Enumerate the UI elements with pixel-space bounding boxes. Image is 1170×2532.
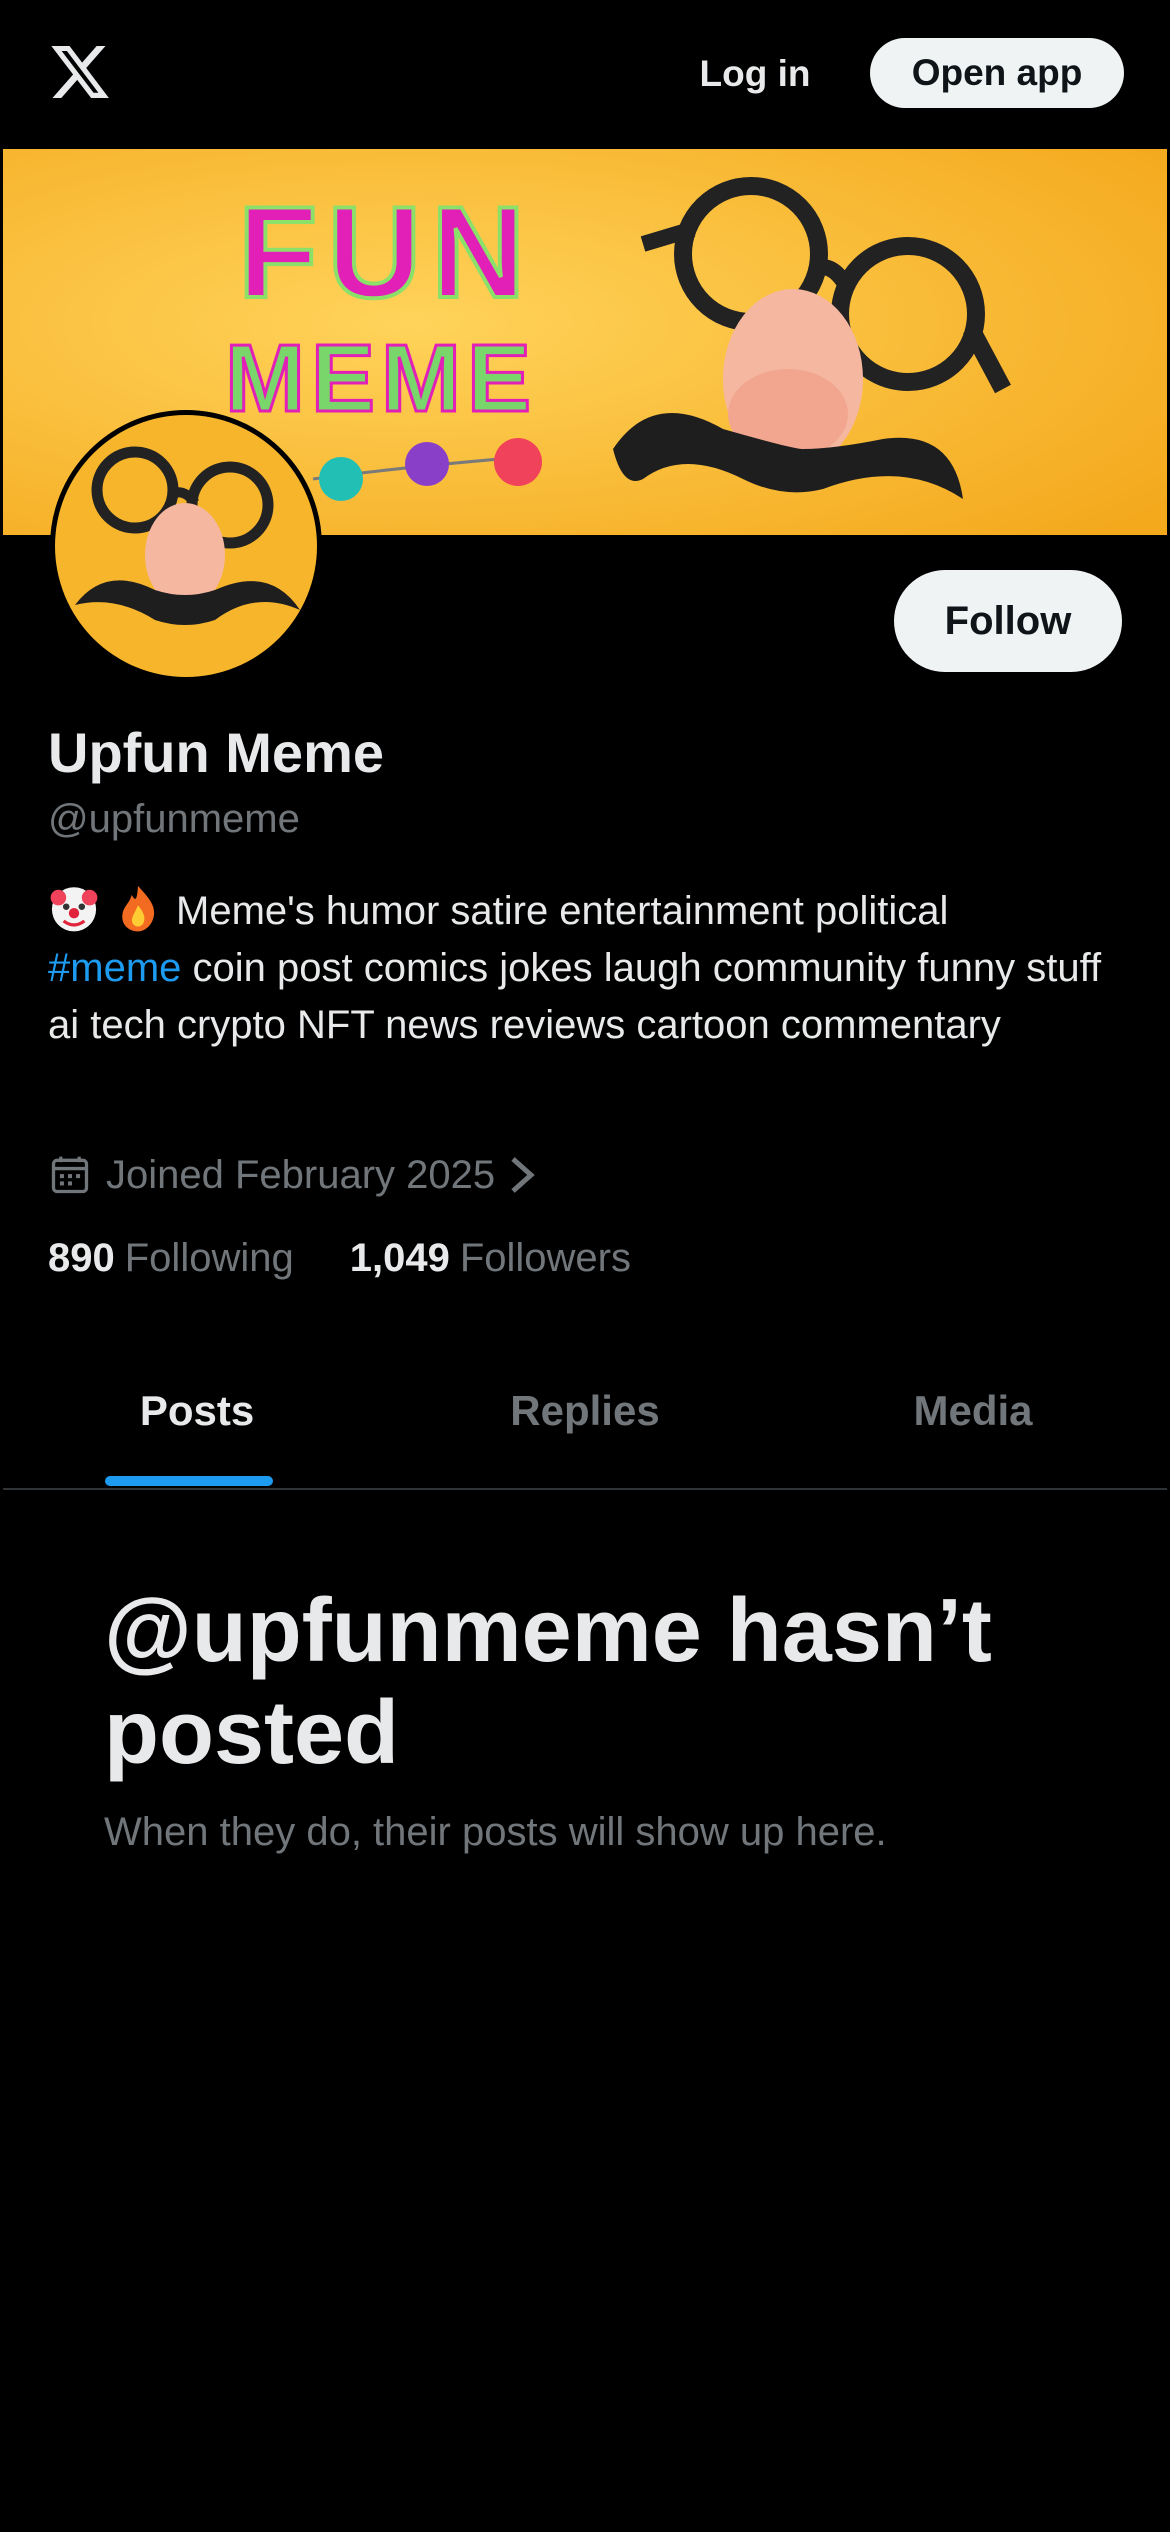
empty-state-title: @upfunmeme hasn’t posted	[104, 1581, 992, 1783]
bio-text-part2: coin post comics jokes laugh community f…	[48, 946, 1102, 1047]
follow-stats: 890 Following 1,049 Followers	[48, 1236, 631, 1281]
login-button[interactable]: Log in	[676, 40, 834, 108]
following-stat[interactable]: 890 Following	[48, 1236, 294, 1281]
bio-text-part1: Meme's humor satire entertainment politi…	[176, 889, 949, 933]
top-bar: Log in Open app	[0, 0, 1170, 148]
following-label: Following	[124, 1236, 294, 1280]
clown-face-emoji-icon	[50, 887, 98, 932]
banner-title-fun: FUN	[238, 179, 535, 325]
open-app-button[interactable]: Open app	[870, 38, 1124, 108]
banner-title-meme: MEME	[225, 325, 537, 432]
profile-tabs: Posts Replies Media	[3, 1336, 1167, 1490]
tab-media[interactable]: Media	[779, 1336, 1167, 1486]
active-tab-indicator	[105, 1476, 273, 1486]
tab-posts[interactable]: Posts	[3, 1336, 391, 1486]
profile-avatar[interactable]	[50, 410, 322, 682]
followers-label: Followers	[459, 1236, 631, 1280]
joined-date[interactable]: Joined February 2025	[48, 1148, 537, 1202]
calendar-icon	[51, 1156, 89, 1194]
display-name: Upfun Meme	[48, 721, 384, 784]
x-logo-icon[interactable]	[48, 40, 112, 104]
joined-text: Joined February 2025	[106, 1152, 496, 1197]
profile-handle: @upfunmeme	[48, 797, 300, 841]
tab-replies[interactable]: Replies	[391, 1336, 779, 1486]
fire-emoji-icon	[122, 885, 155, 932]
profile-bio: Meme's humor satire entertainment politi…	[48, 882, 1128, 1054]
followers-stat[interactable]: 1,049 Followers	[350, 1236, 631, 1281]
bio-hashtag-link[interactable]: #meme	[48, 946, 181, 990]
chevron-right-icon	[511, 1157, 535, 1193]
empty-state-subtitle: When they do, their posts will show up h…	[104, 1810, 887, 1854]
followers-count: 1,049	[349, 1236, 450, 1280]
following-count: 890	[48, 1236, 115, 1280]
follow-button[interactable]: Follow	[894, 570, 1122, 672]
